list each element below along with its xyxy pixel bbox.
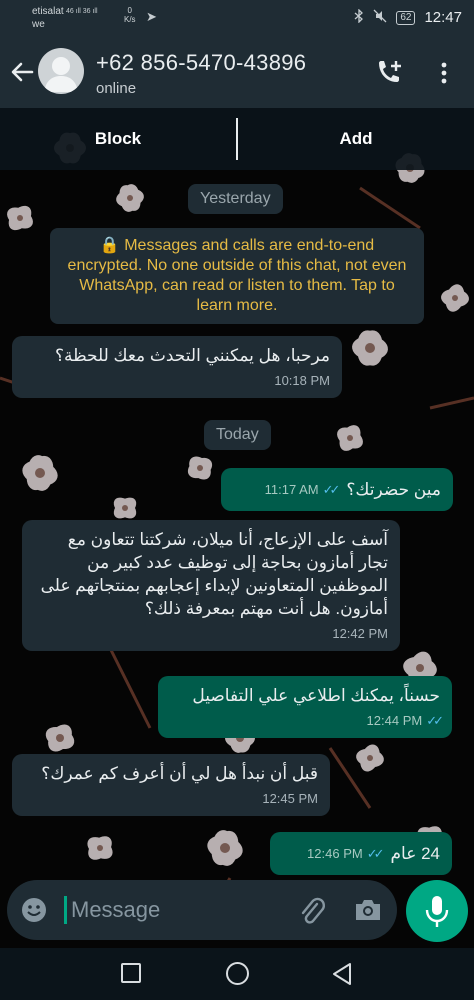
carrier-label: etisalat we	[32, 6, 64, 30]
message-text: آسف على الإزعاج، أنا ميلان، شركتنا تتعاو…	[40, 530, 388, 618]
message-time: 12:44 PM	[366, 713, 423, 728]
system-nav-bar	[0, 948, 474, 1000]
message-bubble-incoming[interactable]: مرحبا، هل يمكنني التحدث معك للحظة؟ 10:18…	[12, 336, 342, 398]
message-bubble-outgoing[interactable]: 12:46 PM ✓✓ 24 عام	[270, 832, 452, 875]
date-chip-today: Today	[204, 420, 271, 450]
message-time: 10:18 PM	[274, 373, 330, 388]
date-chip-yesterday: Yesterday	[188, 184, 283, 214]
message-text: مرحبا، هل يمكنني التحدث معك للحظة؟	[54, 346, 330, 365]
message-time: 12:42 PM	[332, 626, 388, 641]
attach-icon[interactable]	[297, 895, 327, 927]
text-cursor	[64, 896, 67, 924]
network-speed: 0 K/s	[124, 6, 136, 24]
status-right: 62 12:47	[354, 8, 462, 26]
read-ticks-icon: ✓✓	[366, 846, 385, 861]
mic-icon	[425, 896, 449, 927]
read-ticks-icon: ✓✓	[322, 482, 341, 497]
message-input[interactable]	[71, 892, 281, 928]
bluetooth-icon	[354, 8, 364, 26]
block-button[interactable]: Block	[0, 108, 236, 170]
message-text: حسناً، يمكنك اطلاعي علي التفاصيل	[192, 686, 440, 705]
encryption-notice[interactable]: 🔒 Messages and calls are end-to-end encr…	[50, 228, 424, 324]
unknown-contact-actions: Block Add	[0, 108, 474, 170]
avatar-placeholder-icon	[44, 57, 78, 92]
contact-name[interactable]: +62 856-5470-43896	[96, 50, 306, 76]
contact-status: online	[96, 80, 137, 97]
add-contact-button[interactable]: Add	[238, 108, 474, 170]
mic-button[interactable]	[406, 880, 468, 942]
message-text: قبل أن نبدأ هل لي أن أعرف كم عمرك؟	[41, 764, 318, 783]
avatar[interactable]	[38, 48, 84, 94]
message-time: 12:46 PM	[307, 846, 363, 861]
more-vert-icon[interactable]	[436, 58, 452, 88]
message-time: 12:45 PM	[262, 791, 318, 806]
add-call-icon[interactable]	[374, 58, 406, 88]
network-indicator: 46 ıll 36 ıll	[66, 8, 98, 15]
nav-home-icon[interactable]	[226, 962, 249, 985]
message-time: 11:17 AM	[264, 482, 319, 497]
message-bubble-incoming[interactable]: قبل أن نبدأ هل لي أن أعرف كم عمرك؟ 12:45…	[12, 754, 330, 816]
message-bubble-outgoing[interactable]: 11:17 AM ✓✓ مين حضرتك؟	[221, 468, 453, 511]
message-bubble-incoming[interactable]: آسف على الإزعاج، أنا ميلان، شركتنا تتعاو…	[22, 520, 400, 651]
back-arrow-icon[interactable]	[8, 58, 36, 86]
battery-indicator: 62	[396, 10, 416, 25]
mute-icon	[373, 9, 387, 26]
nav-back-icon[interactable]	[331, 962, 353, 986]
clock: 12:47	[424, 9, 462, 26]
telegram-notification-icon: ➤	[146, 9, 157, 24]
read-ticks-icon: ✓✓	[426, 713, 444, 728]
message-text: 24 عام	[390, 844, 441, 863]
message-text: مين حضرتك؟	[346, 480, 441, 499]
chat-header: +62 856-5470-43896 online	[0, 36, 474, 108]
message-composer	[7, 880, 397, 940]
chat-area: Block Add Yesterday 🔒 Messages and calls…	[0, 108, 474, 948]
emoji-icon[interactable]	[19, 895, 49, 925]
camera-icon[interactable]	[353, 895, 383, 925]
message-bubble-outgoing[interactable]: حسناً، يمكنك اطلاعي علي التفاصيل 12:44 P…	[158, 676, 452, 738]
status-bar: etisalat we 46 ıll 36 ıll 0 K/s ➤ 62 12:…	[0, 0, 474, 36]
nav-recents-icon[interactable]	[121, 963, 141, 983]
